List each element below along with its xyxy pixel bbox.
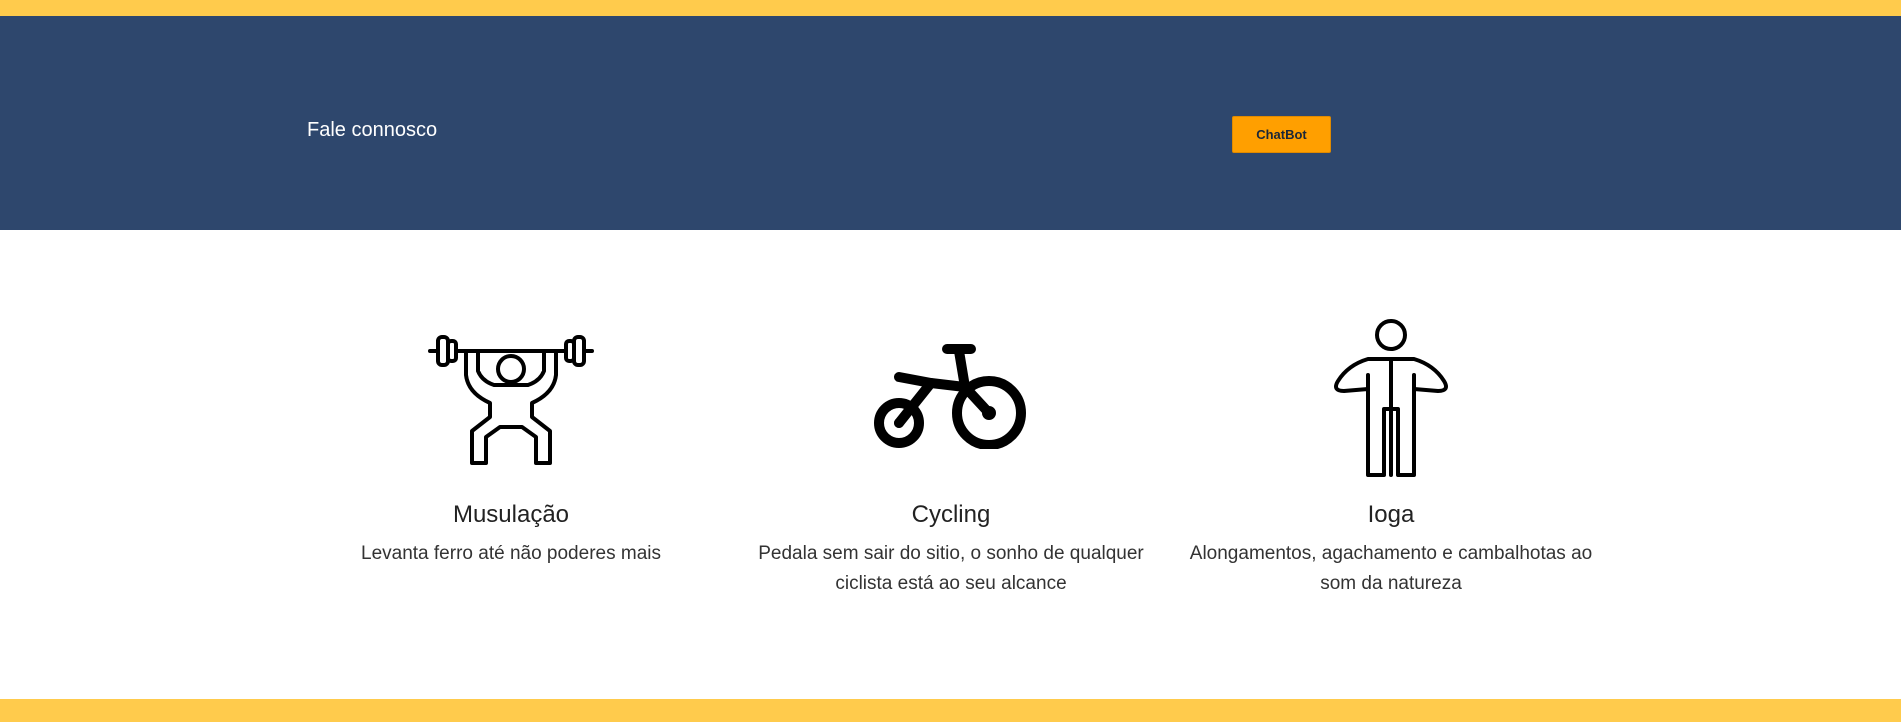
service-description: Alongamentos, agachamento e cambalhotas … [1189, 543, 1593, 594]
bottom-accent-bar [0, 699, 1901, 722]
top-accent-bar [0, 0, 1901, 16]
contact-title: Fale connosco [307, 119, 438, 141]
bicycle-icon [741, 343, 1161, 449]
service-title: Musulação [452, 501, 570, 528]
weightlifting-icon [301, 325, 721, 467]
service-description: Pedala sem sair do sitio, o sonho de qua… [758, 543, 1144, 594]
contact-banner: Fale connosco ChatBot [0, 16, 1901, 230]
service-title: Cycling [911, 501, 991, 528]
service-description: Levanta ferro até não poderes mais [361, 543, 661, 564]
person-stretching-icon [1181, 319, 1601, 479]
service-title: Ioga [1367, 501, 1415, 528]
services-section: Musulação Levanta ferro até não poderes … [0, 230, 1901, 699]
chatbot-button[interactable]: ChatBot [1232, 116, 1331, 153]
